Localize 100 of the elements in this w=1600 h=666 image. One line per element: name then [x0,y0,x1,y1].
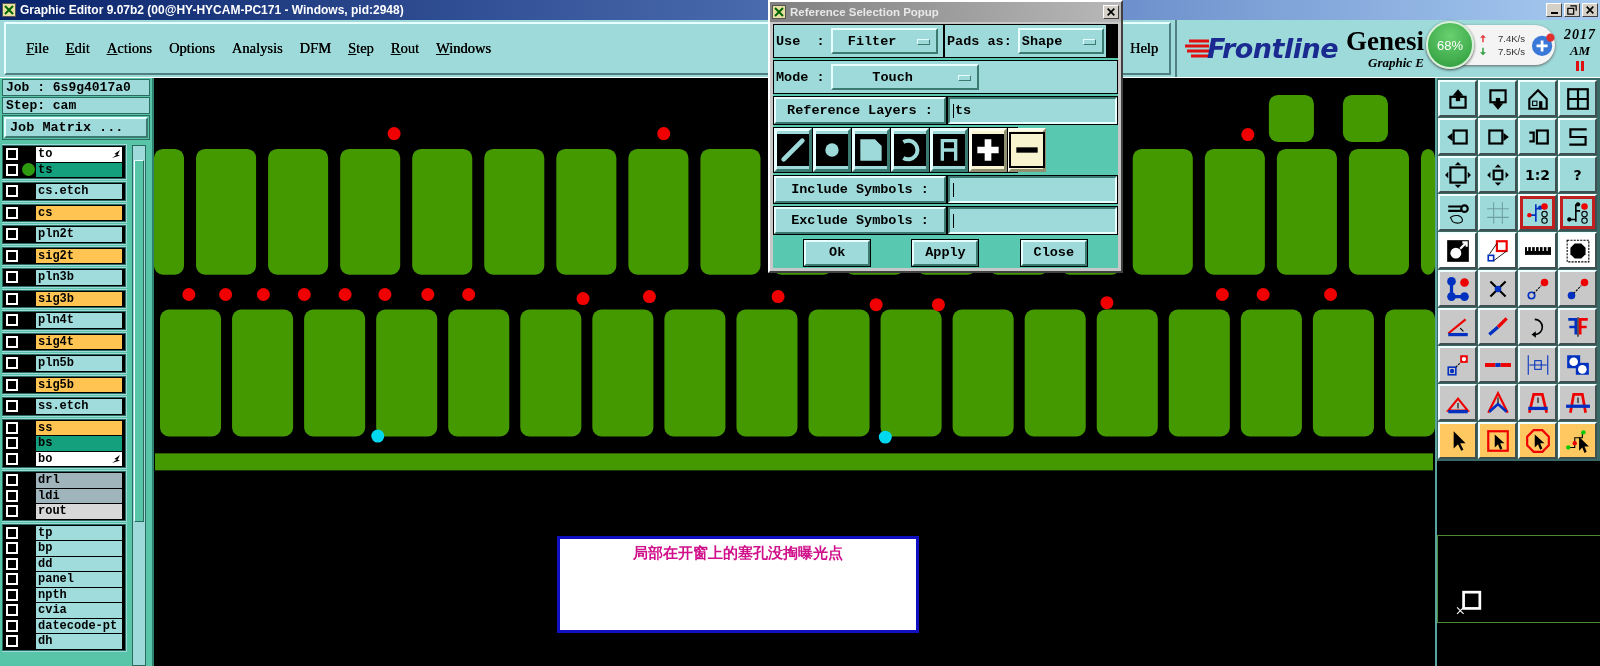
mode-dropdown[interactable]: Touch [830,64,979,90]
tool-button[interactable] [1518,422,1557,459]
include-symbols-field[interactable] [948,176,1117,203]
layer-name[interactable]: ss [36,420,122,435]
layer-checkbox[interactable] [6,148,18,161]
layer-name[interactable]: sig2t [36,248,122,263]
symbol-filter-button[interactable] [969,128,1007,172]
tool-button[interactable] [1558,308,1597,345]
layer-checkbox[interactable] [6,163,18,176]
reference-layers-button[interactable]: Reference Layers : [774,97,946,124]
tool-button[interactable] [1438,194,1477,231]
tool-button[interactable] [1478,308,1517,345]
layer-checkbox[interactable] [6,489,18,502]
restore-button[interactable] [1564,3,1580,17]
layer-name[interactable]: tp [36,525,122,540]
tool-button[interactable] [1438,270,1477,307]
dialog-button[interactable]: Ok [804,239,871,266]
use-dropdown[interactable]: Filter [830,28,938,54]
layer-checkbox[interactable] [6,619,18,632]
layer-name[interactable]: bs [36,436,122,451]
tool-button[interactable] [1478,118,1517,155]
job-matrix-button[interactable]: Job Matrix ... [4,117,148,138]
layer-checkbox[interactable] [6,604,18,617]
include-symbols-button[interactable]: Include Symbols : [774,176,946,203]
tool-button[interactable] [1518,270,1557,307]
tool-button[interactable]: ? [1558,156,1597,193]
layer-checkbox[interactable] [6,557,18,570]
tool-button[interactable] [1518,118,1557,155]
layer-checkbox[interactable] [6,437,18,450]
symbol-filter-button[interactable] [774,128,812,172]
layer-name[interactable]: cvia [36,603,122,618]
tool-button[interactable] [1438,156,1477,193]
layer-checkbox[interactable] [6,292,18,305]
layer-name[interactable]: ldi [36,488,122,503]
exclude-symbols-button[interactable]: Exclude Symbols : [774,207,946,234]
layer-name[interactable]: sig4t [36,334,122,349]
layer-name[interactable]: bp [36,541,122,556]
tool-button[interactable] [1558,384,1597,421]
layer-name[interactable]: panel [36,572,122,587]
reference-layers-field[interactable]: ts [948,97,1117,124]
layer-name[interactable]: pln3b [36,270,122,285]
layer-name[interactable]: sig5b [36,377,122,392]
layer-checkbox[interactable] [6,452,18,465]
tool-button[interactable] [1558,270,1597,307]
tool-button[interactable] [1478,232,1517,269]
tool-button[interactable] [1438,80,1477,117]
layer-checkbox[interactable] [6,249,18,262]
close-button[interactable] [1582,3,1598,17]
menu-item[interactable]: Step [340,38,382,59]
layer-name[interactable]: to [36,147,122,162]
tool-button[interactable]: 1:2 [1518,156,1557,193]
symbol-filter-button[interactable] [930,128,968,172]
symbol-filter-button[interactable] [1008,128,1046,172]
tool-button[interactable] [1478,80,1517,117]
tool-button[interactable] [1478,346,1517,383]
layer-checkbox[interactable] [6,588,18,601]
tool-button[interactable] [1478,194,1517,231]
tool-button[interactable] [1518,346,1557,383]
tool-button[interactable] [1558,232,1597,269]
layer-name[interactable]: ss.etch [36,399,122,414]
layer-name[interactable]: cs [36,205,122,220]
tool-button[interactable] [1518,194,1557,231]
layer-name[interactable]: pln4t [36,313,122,328]
scrollbar-thumb[interactable] [134,160,144,522]
tool-button[interactable] [1518,384,1557,421]
tool-button[interactable] [1478,156,1517,193]
menu-item[interactable]: File [18,38,57,59]
tool-button[interactable] [1438,384,1477,421]
layer-name[interactable]: sig3b [36,291,122,306]
tool-button[interactable] [1558,422,1597,459]
close-button[interactable] [1103,5,1119,19]
layer-name[interactable]: dh [36,634,122,649]
layer-checkbox[interactable] [6,573,18,586]
layer-checkbox[interactable] [6,400,18,413]
tool-button[interactable] [1558,346,1597,383]
tool-button[interactable] [1438,118,1477,155]
tool-button[interactable] [1438,422,1477,459]
symbol-filter-button[interactable] [891,128,929,172]
pads-as-dropdown[interactable]: Shape [1017,28,1104,54]
layer-checkbox[interactable] [6,505,18,518]
tool-button[interactable] [1558,118,1597,155]
layer-name[interactable]: pln2t [36,227,122,242]
scrollbar[interactable] [132,145,146,666]
layer-checkbox[interactable] [6,271,18,284]
layer-checkbox[interactable] [6,526,18,539]
layer-name[interactable]: rout [36,504,122,519]
menu-item[interactable]: Rout [382,38,427,59]
menu-item[interactable]: Options [160,38,223,59]
layer-checkbox[interactable] [6,635,18,648]
layer-checkbox[interactable] [6,474,18,487]
layer-checkbox[interactable] [6,542,18,555]
layer-name[interactable]: dd [36,556,122,571]
tool-button[interactable] [1518,80,1557,117]
tool-button[interactable] [1558,80,1597,117]
exclude-symbols-field[interactable] [948,207,1117,234]
tool-button[interactable] [1478,384,1517,421]
layer-name[interactable]: cs.etch [36,184,122,199]
tool-button[interactable] [1478,270,1517,307]
tool-button[interactable] [1478,422,1517,459]
menu-item[interactable]: Windows [428,38,499,59]
